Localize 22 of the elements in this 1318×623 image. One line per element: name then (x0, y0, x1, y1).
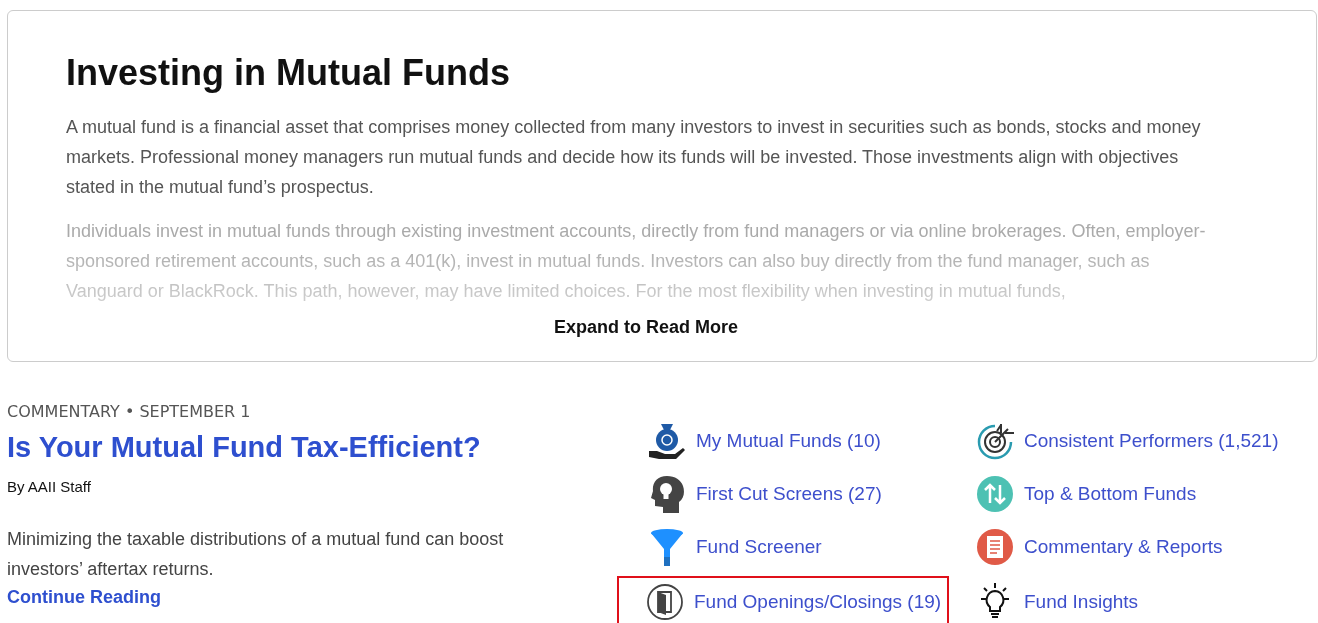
article-category-date: COMMENTARY • SEPTEMBER 1 (7, 401, 252, 424)
quick-link[interactable]: Top & Bottom Funds (975, 472, 1201, 517)
quick-link[interactable]: Fund Screener (647, 525, 826, 570)
document-icon (975, 527, 1015, 568)
quick-link[interactable]: Consistent Performers (1,521) (975, 419, 1283, 464)
up-down-arrows-icon (975, 474, 1015, 515)
article-summary: Minimizing the taxable distributions of a mutual fund can boost investors’ aftertax returns. (7, 528, 505, 582)
paragraph: A mutual fund is a financial asset that comprises money collected from many investors to invest in securities such as bonds, stocks and money markets. Professional money managers run mutual funds and decide how its funds will be invested. Those investments align with objectives stated in the mutual fund’s prospectus. (66, 116, 1202, 200)
quick-link[interactable]: Fund Openings/Closings (19) (619, 578, 948, 623)
section-title: Investing in Mutual Funds (66, 51, 511, 95)
article-byline: By AAII Staff (7, 476, 92, 497)
quick-link[interactable]: Commentary & Reports (975, 525, 1227, 570)
quick-link[interactable]: Fund Insights (975, 578, 1143, 623)
article-title-link[interactable]: Is Your Mutual Fund Tax-Efficient? (7, 426, 481, 470)
door-icon (645, 582, 685, 623)
expand-button[interactable]: Expand to Read More (554, 314, 738, 342)
quick-link[interactable]: First Cut Screens (27) (647, 472, 886, 517)
target-darts-icon (975, 421, 1015, 462)
money-bag-hand-icon (647, 421, 687, 462)
quick-link[interactable]: My Mutual Funds (10) (647, 419, 885, 464)
continue-reading-link[interactable]: Continue Reading (7, 587, 161, 608)
paragraph: Individuals invest in mutual funds through existing investment accounts, directly from fund managers or via online brokerages. Often, employer-sponsored retirement accounts, such as a 401(k), invest in mutual funds. Investors can also buy directly from the fund manager, such as Vanguard or BlackRock. This path, however, may have limited choices. For the most flexibility when investing in mutual funds, (66, 220, 1207, 304)
